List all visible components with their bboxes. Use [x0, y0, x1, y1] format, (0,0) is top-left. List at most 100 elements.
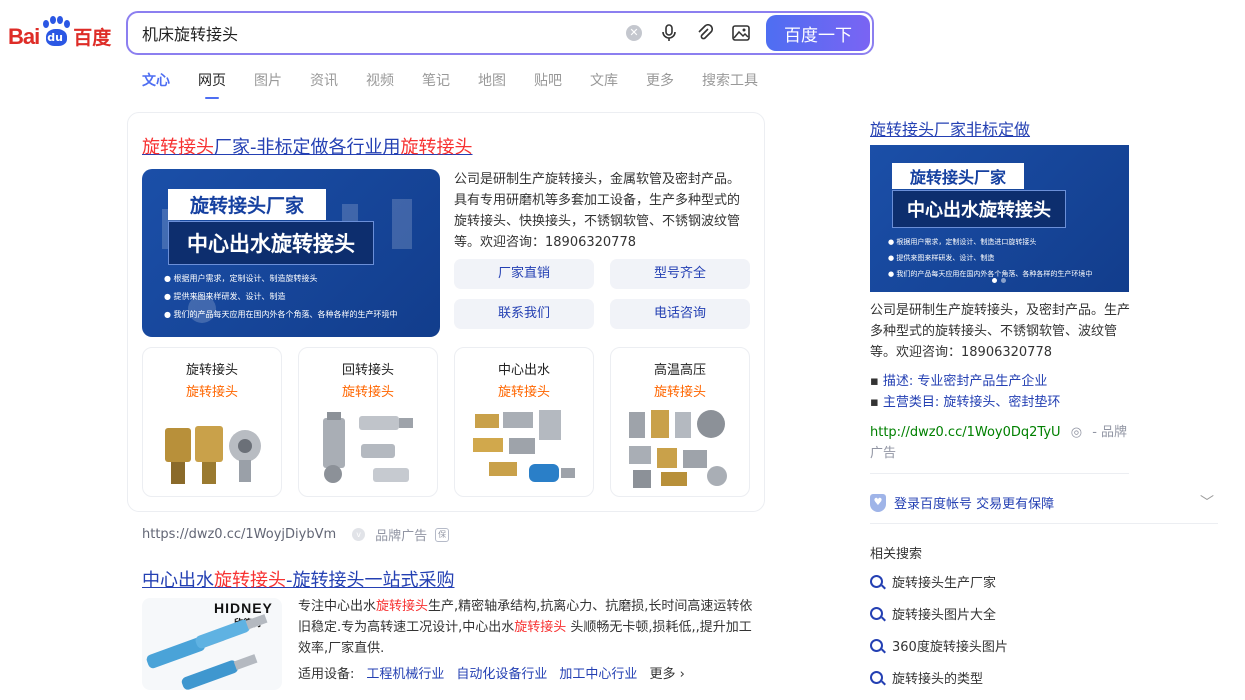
- related-search-item[interactable]: 旋转接头生产厂家: [870, 572, 996, 591]
- shield-icon: ♥: [870, 493, 886, 512]
- tab-search-tools[interactable]: 搜索工具: [702, 70, 758, 96]
- product-card[interactable]: 中心出水 旋转接头: [454, 347, 594, 497]
- right-ad-title[interactable]: 旋转接头厂家非标定做: [870, 116, 1030, 140]
- tab-wenxin[interactable]: 文心: [142, 70, 170, 96]
- paw-icon: du: [40, 16, 72, 50]
- ad-label: 品牌广告: [375, 529, 428, 544]
- title-text: -旋转接头一站式采购: [286, 570, 455, 591]
- tab-map[interactable]: 地图: [478, 70, 506, 96]
- search-icon: [870, 607, 883, 620]
- product-sub: 旋转接头: [341, 385, 394, 400]
- tab-notes[interactable]: 笔记: [422, 70, 450, 96]
- clear-icon[interactable]: ✕: [626, 25, 642, 41]
- banner-bullet: ● 提供来图来样研发、设计、制造: [164, 292, 286, 301]
- product-image: [323, 412, 413, 483]
- related-label: 旋转接头的类型: [892, 672, 984, 687]
- product-image: [629, 410, 727, 488]
- ad-url[interactable]: https://dwz0.cc/1WoyjDiybVm: [142, 527, 336, 542]
- contact-us-button[interactable]: 联系我们: [454, 299, 594, 329]
- banner-line1: 旋转接头厂家: [892, 163, 1025, 189]
- bao-icon[interactable]: 保: [435, 527, 450, 542]
- title-highlight: 旋转接头: [400, 137, 473, 158]
- title-text: 厂家-非标定做各行业用: [214, 137, 401, 158]
- logo-bai: Bai: [8, 24, 40, 49]
- meta-label: 主营类目:: [882, 395, 940, 410]
- more-link[interactable]: 更多 ›: [649, 663, 684, 682]
- meta-value: 旋转接头、密封垫环: [943, 395, 1061, 410]
- login-banner[interactable]: ♥ 登录百度帐号 交易更有保障 ﹀: [870, 493, 1218, 512]
- tab-video[interactable]: 视频: [366, 70, 394, 96]
- title-text: 中心出水: [142, 570, 214, 591]
- baidu-logo[interactable]: Bai du 百度: [8, 14, 112, 50]
- banner-bullet: ● 提供来图来样研发、设计、制造: [888, 254, 995, 262]
- product-name: 中心出水: [497, 363, 550, 378]
- shield-small-icon[interactable]: ◎: [1071, 425, 1082, 440]
- tab-wenku[interactable]: 文库: [590, 70, 618, 96]
- product-image: [473, 410, 575, 482]
- tab-images[interactable]: 图片: [254, 70, 282, 96]
- result-title[interactable]: 中心出水旋转接头-旋转接头一站式采购: [142, 566, 455, 592]
- chevron-right-icon: ›: [679, 667, 685, 682]
- search-icon: [870, 575, 883, 588]
- search-box: ✕ 百度一下: [126, 11, 874, 55]
- chevron-down-icon[interactable]: ﹀: [1200, 492, 1214, 512]
- info-icon[interactable]: v: [352, 528, 366, 541]
- product-card[interactable]: 高温高压 旋转接头: [610, 347, 750, 497]
- sitelink[interactable]: 工程机械行业: [366, 663, 444, 682]
- ad-description: 公司是研制生产旋转接头，金属软管及密封产品。具有专用研磨机等多套加工设备，生产多…: [454, 172, 741, 250]
- tab-news[interactable]: 资讯: [310, 70, 338, 96]
- ad-banner-image[interactable]: 旋转接头厂家 中心出水旋转接头 ● 根据用户需求，定制设计、制造旋转接头 ● 提…: [142, 169, 440, 337]
- paperclip-icon[interactable]: [696, 24, 714, 42]
- more-label: 更多: [649, 667, 676, 682]
- microphone-icon[interactable]: [660, 24, 678, 42]
- tab-web[interactable]: 网页: [198, 70, 226, 99]
- ad-url-line: https://dwz0.cc/1WoyjDiybVm v 品牌广告 保: [142, 525, 450, 544]
- ad-result-title[interactable]: 旋转接头厂家-非标定做各行业用旋转接头: [142, 133, 473, 159]
- sitelinks-label: 适用设备:: [298, 667, 355, 682]
- search-icon: [870, 639, 883, 652]
- divider: [870, 523, 1218, 524]
- product-name: 旋转接头: [185, 363, 238, 378]
- full-models-button[interactable]: 型号齐全: [610, 259, 750, 289]
- product-card[interactable]: 回转接头 旋转接头: [298, 347, 438, 497]
- title-highlight: 旋转接头: [214, 570, 286, 591]
- banner-line1: 旋转接头厂家: [168, 189, 327, 220]
- search-button[interactable]: 百度一下: [766, 15, 870, 51]
- result-sitelinks: 适用设备: 工程机械行业 自动化设备行业 加工中心行业 更多 ›: [298, 663, 685, 682]
- tab-more[interactable]: 更多: [646, 70, 674, 96]
- related-label: 360度旋转接头图片: [892, 640, 1008, 655]
- related-search-item[interactable]: 旋转接头的类型: [870, 668, 983, 687]
- banner-bullet: ● 根据用户需求，定制设计、制造旋转接头: [164, 274, 318, 283]
- right-ad-banner[interactable]: 旋转接头厂家 中心出水旋转接头 ● 根据用户需求，定制设计、制造进口旋转接头 ●…: [870, 145, 1129, 292]
- search-input[interactable]: [142, 23, 612, 43]
- banner-bullet: ● 我们的产品每天应用在国内外各个角落、各种各样的生产环境中: [164, 310, 398, 319]
- tab-tieba[interactable]: 贴吧: [534, 70, 562, 96]
- result-thumbnail[interactable]: HIDNEY 欣德利: [142, 598, 282, 690]
- right-ad-url-line: http://dwz0.cc/1Woy0Dq2TyU ◎ - 品牌广告: [870, 422, 1132, 464]
- sitelink[interactable]: 加工中心行业: [559, 663, 637, 682]
- title-highlight: 旋转接头: [142, 137, 214, 158]
- search-tabs: 文心 网页 图片 资讯 视频 笔记 地图 贴吧 文库 更多 搜索工具: [142, 70, 786, 99]
- image-search-icon[interactable]: [732, 24, 750, 42]
- banner-line2: 中心出水旋转接头: [168, 221, 374, 265]
- sitelink[interactable]: 自动化设备行业: [456, 663, 547, 682]
- factory-direct-button[interactable]: 厂家直销: [454, 259, 594, 289]
- product-card[interactable]: 旋转接头 旋转接头: [142, 347, 282, 497]
- desc-highlight: 旋转接头: [376, 599, 429, 614]
- right-ad-url[interactable]: http://dwz0.cc/1Woy0Dq2TyU: [870, 425, 1061, 440]
- divider: [870, 473, 1129, 474]
- related-search-item[interactable]: 旋转接头图片大全: [870, 604, 996, 623]
- related-searches-title: 相关搜索: [870, 547, 923, 562]
- product-sub: 旋转接头: [653, 385, 706, 400]
- logo-du: du: [47, 31, 63, 44]
- result-description: 专注中心出水旋转接头生产,精密轴承结构,抗离心力、抗磨损,长时间高速运转依旧稳定…: [298, 596, 758, 659]
- product-image: [165, 426, 261, 484]
- search-icon: [870, 671, 883, 684]
- ad-result-card: 旋转接头厂家-非标定做各行业用旋转接头 旋转接头厂家 中心出水旋转接头 ● 根据…: [127, 112, 765, 512]
- related-search-item[interactable]: 360度旋转接头图片: [870, 636, 1008, 655]
- banner-bullet: ● 根据用户需求，定制设计、制造进口旋转接头: [888, 238, 1037, 246]
- phone-consult-button[interactable]: 电话咨询: [610, 299, 750, 329]
- banner-line2: 中心出水旋转接头: [892, 190, 1066, 228]
- right-ad-description: 公司是研制生产旋转接头，及密封产品。生产多种型式的旋转接头、不锈钢软管、波纹管等…: [870, 303, 1131, 360]
- carousel-dots[interactable]: [992, 278, 1006, 283]
